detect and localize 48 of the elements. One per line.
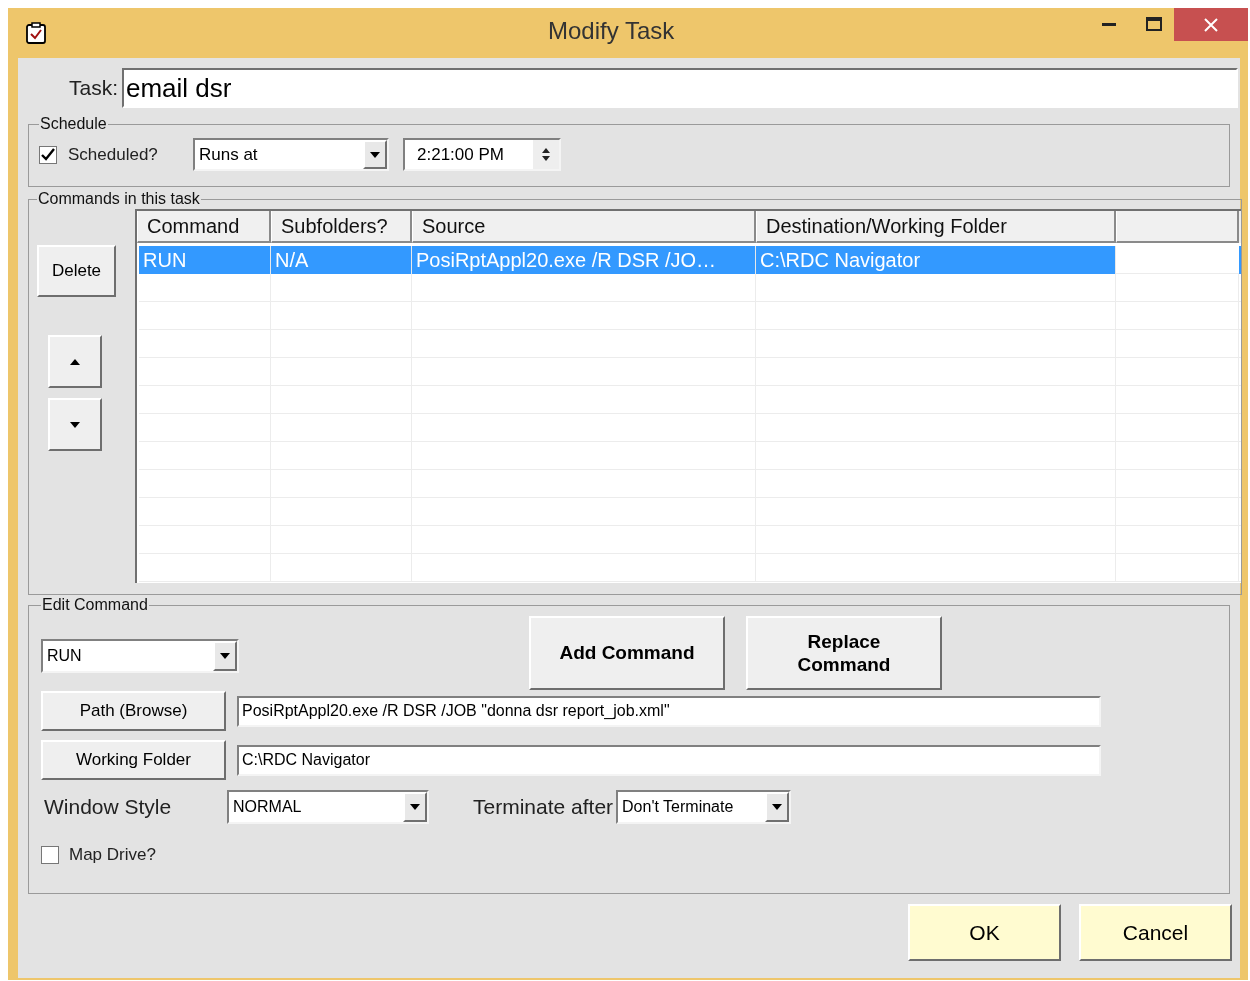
command-type-dropdown[interactable]: RUN [41,639,239,673]
caret-down-icon [771,803,784,811]
scheduled-label: Scheduled? [68,143,159,166]
working-folder-button[interactable]: Working Folder [41,740,226,780]
map-drive-label: Map Drive? [69,844,156,866]
column-header[interactable]: Source [412,211,756,243]
terminate-dropdown[interactable]: Don't Terminate [616,790,792,824]
delete-button[interactable]: Delete [37,245,116,297]
caret-down-icon [369,150,381,159]
caret-up-icon [69,357,81,366]
checkbox[interactable] [39,145,57,164]
dialog-button[interactable]: OK [908,904,1061,961]
dialog-button[interactable]: Cancel [1079,904,1232,961]
column-header[interactable]: Subfolders? [271,211,412,243]
checkmark-icon [41,148,55,161]
column-header[interactable]: Command [137,211,271,243]
working-folder-field[interactable]: C:\RDC Navigator [237,744,1101,776]
caret-down-icon [69,420,81,429]
replace-command-button[interactable]: Replace Command [746,616,942,690]
table-cell: PosiRptAppl20.exe /R DSR /JO… [412,246,756,274]
checkbox[interactable] [41,845,59,864]
caret-down-icon [219,652,231,660]
clipboard-check-icon [26,22,46,44]
terminate-label: Terminate after [473,794,614,821]
add-command-button[interactable]: Add Command [529,616,725,690]
close-button[interactable] [1174,8,1248,41]
group-label: Edit Command [41,597,149,613]
move-up-button[interactable] [48,335,102,388]
schedule-mode-dropdown[interactable]: Runs at [193,138,389,171]
table-cell: RUN [139,246,271,274]
move-down-button[interactable] [48,398,102,451]
spinner-icon [533,140,559,169]
task-label: Task: [68,75,119,102]
path-field[interactable]: PosiRptAppl20.exe /R DSR /JOB "donna dsr report_job.xml" [237,695,1101,727]
maximize-icon [1146,17,1162,31]
caret-down-icon [409,803,421,811]
group-label: Schedule [39,116,108,132]
task-field[interactable]: email dsr [122,68,1238,108]
table-cell: N/A [271,246,412,274]
minimize-icon [1102,22,1116,26]
window-style-label: Window Style [44,794,173,821]
group-label: Commands in this task [37,191,201,207]
close-icon [1204,17,1218,32]
column-header[interactable]: Destination/Working Folder [756,211,1116,243]
time-field[interactable]: 2:21:00 PM [403,138,561,171]
path-browse-button[interactable]: Path (Browse) [41,691,226,731]
window-style-dropdown[interactable]: NORMAL [227,790,429,824]
window-title: Modify Task [548,19,675,43]
